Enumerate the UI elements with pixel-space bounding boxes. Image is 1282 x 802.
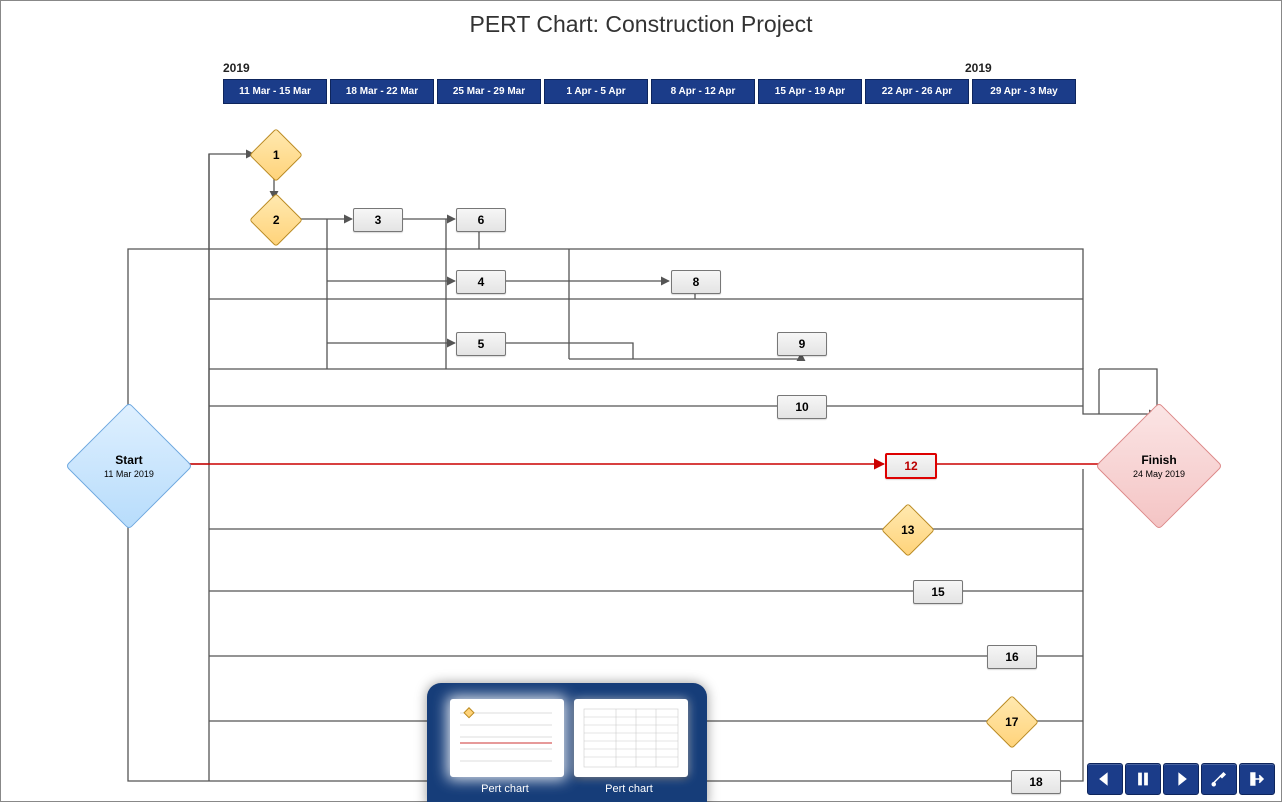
pause-button[interactable] [1125,763,1161,795]
thumbnail-image [574,699,688,777]
settings-button[interactable] [1201,763,1237,795]
finish-node[interactable]: Finish 24 May 2019 [1095,402,1222,529]
task-16[interactable]: 16 [987,645,1037,669]
timeline-week: 1 Apr - 5 Apr [544,79,648,104]
pause-icon [1134,770,1152,788]
task-8[interactable]: 8 [671,270,721,294]
exit-button[interactable] [1239,763,1275,795]
timeline-week: 22 Apr - 26 Apr [865,79,969,104]
timeline-year-left: 2019 [223,61,250,75]
task-6[interactable]: 6 [456,208,506,232]
task-10[interactable]: 10 [777,395,827,419]
task-15[interactable]: 15 [913,580,963,604]
task-18[interactable]: 18 [1011,770,1061,794]
prev-button[interactable] [1087,763,1123,795]
start-title: Start [104,453,154,467]
task-12-critical[interactable]: 12 [885,453,937,479]
next-button[interactable] [1163,763,1199,795]
view-switcher-panel: Pert chart Pert chart [427,683,707,802]
milestone-1[interactable]: 1 [249,128,303,182]
task-3[interactable]: 3 [353,208,403,232]
settings-icon [1210,770,1228,788]
task-9[interactable]: 9 [777,332,827,356]
thumbnail-pert-chart[interactable]: Pert chart [450,699,560,795]
timeline-week: 8 Apr - 12 Apr [651,79,755,104]
playback-toolbar [1087,763,1275,795]
timeline: 11 Mar - 15 Mar 18 Mar - 22 Mar 25 Mar -… [223,79,1076,104]
start-date: 11 Mar 2019 [104,469,154,479]
thumbnail-pert-table[interactable]: Pert chart [574,699,684,795]
milestone-2[interactable]: 2 [249,193,303,247]
finish-title: Finish [1133,453,1185,467]
milestone-17[interactable]: 17 [985,695,1039,749]
task-5[interactable]: 5 [456,332,506,356]
timeline-week: 15 Apr - 19 Apr [758,79,862,104]
thumbnail-image [450,699,564,777]
timeline-week: 25 Mar - 29 Mar [437,79,541,104]
milestone-13[interactable]: 13 [881,503,935,557]
prev-icon [1096,770,1114,788]
thumbnail-caption: Pert chart [450,783,560,795]
exit-icon [1248,770,1266,788]
diagram-canvas: PERT Chart: Construction Project 2019 20… [0,0,1282,802]
thumbnail-caption: Pert chart [574,783,684,795]
timeline-week: 18 Mar - 22 Mar [330,79,434,104]
timeline-week: 29 Apr - 3 May [972,79,1076,104]
timeline-year-right: 2019 [965,61,992,75]
finish-date: 24 May 2019 [1133,469,1185,479]
start-node[interactable]: Start 11 Mar 2019 [65,402,192,529]
page-title: PERT Chart: Construction Project [1,11,1281,38]
timeline-week: 11 Mar - 15 Mar [223,79,327,104]
task-4[interactable]: 4 [456,270,506,294]
connector-layer [1,1,1282,802]
next-icon [1172,770,1190,788]
